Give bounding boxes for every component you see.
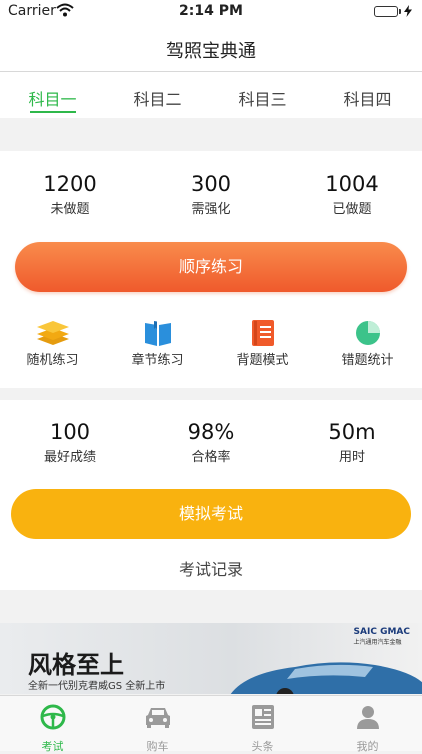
navigation-bar: 驾照宝典通: [0, 24, 422, 72]
banner-brand-logo: SAIC GMAC 上汽通用汽车金融: [354, 627, 410, 646]
status-bar: Carrier 2:14 PM: [0, 0, 422, 24]
subject-tabs: 科目一 科目二 科目三 科目四: [0, 72, 422, 118]
stat-undone: 1200 未做题: [0, 172, 140, 217]
mode-random-practice[interactable]: 随机练习: [0, 318, 105, 368]
newspaper-icon: [251, 705, 274, 729]
mode-mistake-stats[interactable]: 错题统计: [315, 318, 420, 368]
tabbar-item-exam[interactable]: 考试: [0, 704, 105, 754]
tab-subject-three[interactable]: 科目三: [210, 86, 315, 110]
pie-chart-icon: [315, 318, 420, 348]
tabbar-label: 头条: [251, 740, 274, 753]
mode-label: 背题模式: [236, 353, 289, 368]
mode-label: 随机练习: [26, 353, 79, 368]
stat-value: 50m: [328, 420, 376, 444]
stat-label: 已做题: [332, 202, 372, 217]
tabbar-item-me[interactable]: 我的: [315, 704, 420, 754]
banner-subline: 全新一代别克君威GS 全新上市: [28, 681, 166, 692]
stat-value: 1200: [43, 172, 97, 196]
layers-icon: [0, 318, 105, 348]
tab-subject-one[interactable]: 科目一: [0, 86, 105, 110]
stat-pass-rate: 98% 合格率: [141, 420, 281, 465]
battery-icon: [374, 5, 412, 17]
stat-value: 300: [190, 172, 232, 196]
stat-done: 1004 已做题: [282, 172, 422, 217]
stat-label: 用时: [338, 450, 365, 465]
steering-wheel-icon: [40, 704, 65, 730]
tabbar-item-headlines[interactable]: 头条: [210, 704, 315, 754]
order-practice-button[interactable]: 顺序练习: [15, 242, 407, 292]
stat-time-used: 50m 用时: [282, 420, 422, 465]
ad-banner[interactable]: 风格至上 全新一代别克君威GS 全新上市 SAIC GMAC 上汽通用汽车金融: [0, 623, 422, 694]
tab-subject-four[interactable]: 科目四: [315, 86, 420, 110]
banner-headline: 风格至上: [28, 651, 124, 679]
tabbar-label: 考试: [41, 740, 64, 753]
mode-chapter-practice[interactable]: 章节练习: [105, 318, 210, 368]
stat-best-score: 100 最好成绩: [0, 420, 140, 465]
status-time: 2:14 PM: [179, 3, 243, 19]
stat-label: 最好成绩: [43, 450, 96, 465]
stat-value: 100: [49, 420, 91, 444]
mode-label: 错题统计: [341, 353, 394, 368]
bottom-tab-bar: 考试 购车 头条 我的: [0, 695, 422, 754]
charging-icon: [404, 5, 412, 17]
stat-value: 98%: [187, 420, 235, 444]
mode-label: 章节练习: [131, 353, 184, 368]
tabbar-label: 我的: [356, 740, 379, 753]
car-image: [230, 662, 422, 694]
exam-record-link[interactable]: 考试记录: [0, 556, 422, 580]
stat-label: 合格率: [191, 450, 231, 465]
brand-subtitle: 上汽通用汽车金融: [353, 639, 402, 646]
stat-needs-review: 300 需强化: [141, 172, 281, 217]
tabbar-label: 购车: [146, 740, 169, 753]
person-icon: [356, 706, 379, 729]
mode-memorize[interactable]: 背题模式: [210, 318, 315, 368]
notebook-icon: [210, 318, 315, 348]
tab-subject-two[interactable]: 科目二: [105, 86, 210, 110]
car-icon: [145, 708, 170, 728]
stat-label: 未做题: [50, 202, 90, 217]
stat-label: 需强化: [191, 202, 231, 217]
mock-exam-button[interactable]: 模拟考试: [11, 489, 411, 539]
page-title: 驾照宝典通: [166, 41, 256, 62]
active-tab-indicator: [30, 111, 76, 113]
book-icon: [105, 318, 210, 348]
stat-value: 1004: [325, 172, 379, 196]
tabbar-item-buy-car[interactable]: 购车: [105, 704, 210, 754]
brand-name: SAIC GMAC: [353, 627, 410, 637]
